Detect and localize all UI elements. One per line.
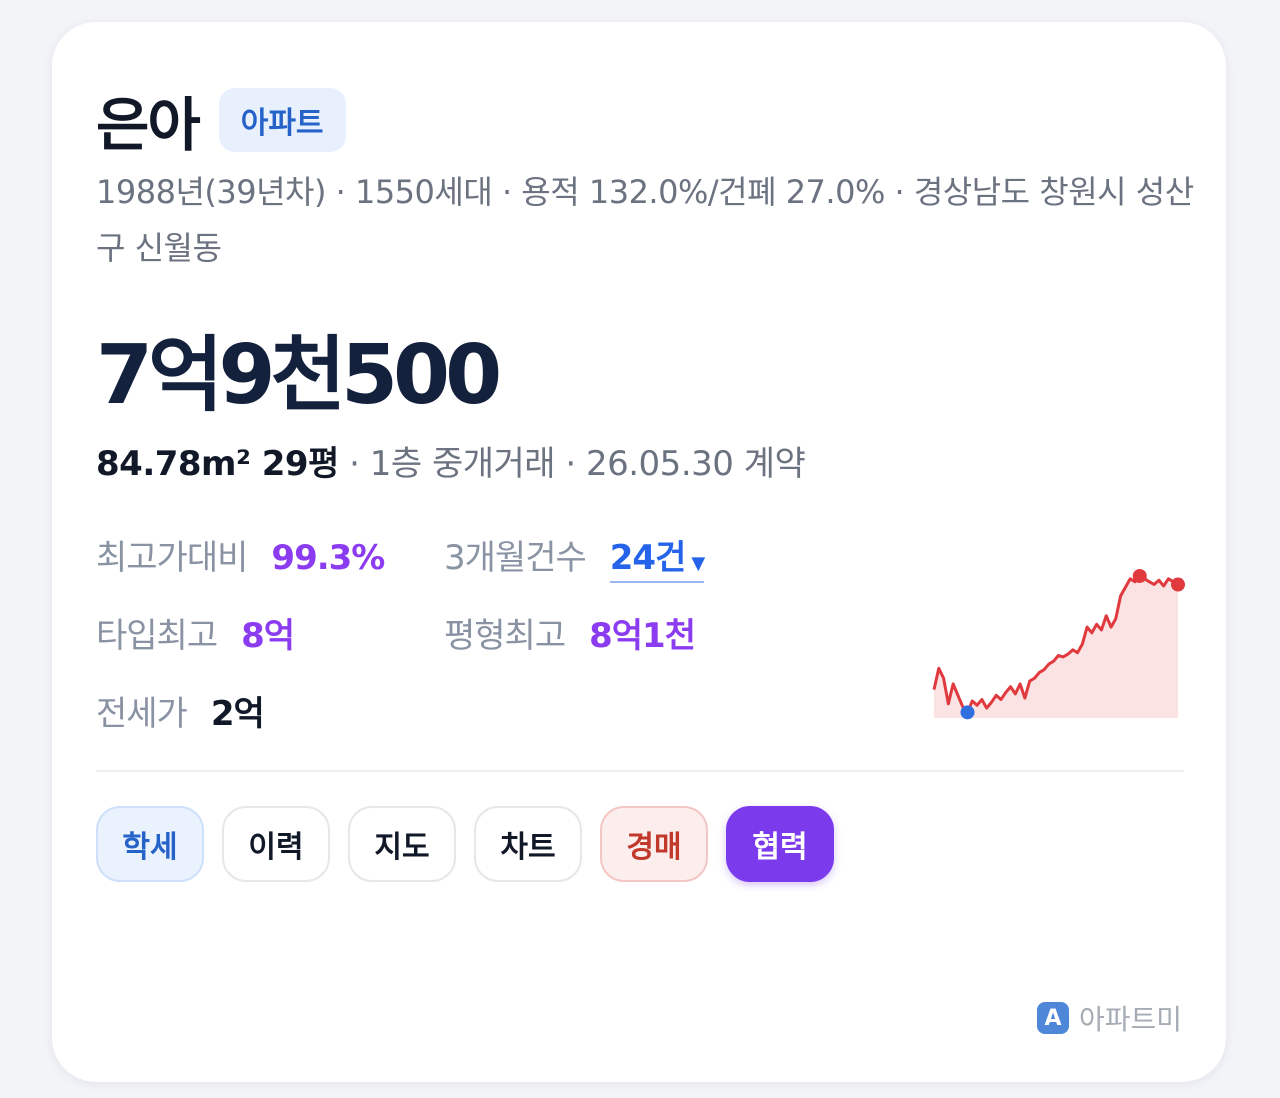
complex-description: 1988년(39년차) · 1550세대 · 용적 132.0%/건폐 27.0… <box>96 173 1194 267</box>
deal-detail: · 1층 중개거래 · 26.05.30 계약 <box>338 444 806 484</box>
auction-button[interactable]: 경매 <box>600 806 708 882</box>
deal-area: 84.78m² 29평 <box>96 444 339 484</box>
stat-jeonse: 전세가 2억 <box>96 686 265 735</box>
stat-max-ratio-value: 99.3% <box>271 538 385 578</box>
stat-type-max: 타입최고 8억 <box>96 608 295 657</box>
deal-price: 7억9천500 <box>96 328 502 423</box>
divider <box>96 770 1184 772</box>
three-month-count-dropdown[interactable]: 24건 ▼ <box>609 530 705 583</box>
stat-pyeong-max-label: 평형최고 <box>444 616 566 656</box>
brand-name: 아파트미 <box>1078 1003 1182 1036</box>
stat-type-max-value: 8억 <box>241 616 295 656</box>
sparkline-last-point <box>1171 577 1185 592</box>
trend-button[interactable]: 학세 <box>96 806 204 882</box>
collaborate-button[interactable]: 협력 <box>726 806 834 882</box>
price-sparkline[interactable] <box>928 562 1188 732</box>
brand-mark: A 아파트미 <box>1036 998 1182 1038</box>
type-badge: 아파트 <box>218 88 346 152</box>
stat-pyeong-max: 평형최고 8억1천 <box>444 608 696 657</box>
stat-type-max-label: 타입최고 <box>96 616 218 656</box>
deal-meta: 84.78m² 29평 · 1층 중개거래 · 26.05.30 계약 <box>96 436 806 485</box>
complex-name: 은아 <box>96 91 201 159</box>
stat-jeonse-label: 전세가 <box>96 694 188 734</box>
stat-pyeong-max-value: 8억1천 <box>589 616 696 656</box>
sparkline-low-point <box>960 705 975 720</box>
stat-jeonse-value: 2억 <box>210 694 265 734</box>
caret-down-icon: ▼ <box>691 553 705 574</box>
action-buttons: 학세 이력 지도 차트 경매 협력 <box>96 806 852 882</box>
stat-max-ratio: 최고가대비 99.3% <box>96 530 385 579</box>
sparkline-high-point <box>1132 569 1147 583</box>
chart-button[interactable]: 차트 <box>474 806 582 882</box>
history-button[interactable]: 이력 <box>222 806 330 882</box>
map-button[interactable]: 지도 <box>348 806 456 882</box>
three-month-count-value: 24건 <box>609 538 687 578</box>
apartment-card: 은아 아파트 1988년(39년차) · 1550세대 · 용적 132.0%/… <box>52 22 1226 1082</box>
stat-max-ratio-label: 최고가대비 <box>96 538 248 578</box>
stat-three-month: 3개월건수 24건 ▼ <box>444 530 705 583</box>
title-row: 은아 아파트 <box>96 78 346 162</box>
brand-logo-icon: A <box>1036 1002 1069 1034</box>
sparkline-area <box>934 576 1178 718</box>
stat-three-month-label: 3개월건수 <box>444 538 587 578</box>
